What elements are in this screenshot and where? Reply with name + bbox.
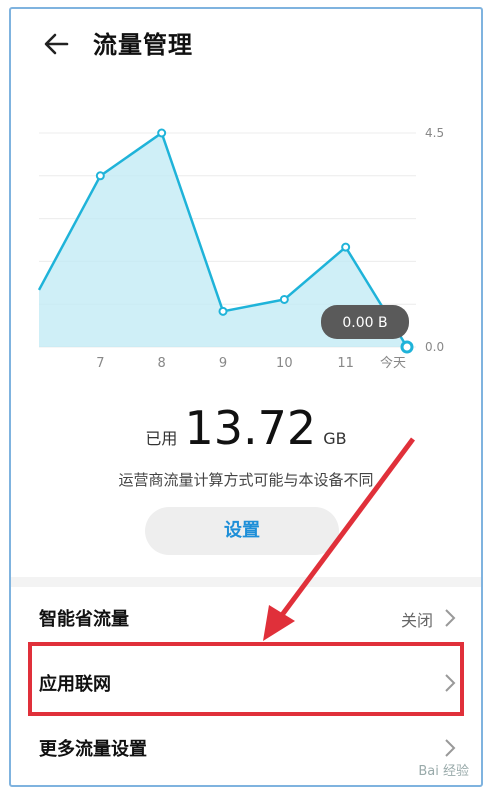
watermark: Bai 经验 [418, 764, 469, 779]
annotation-arrow-icon [263, 437, 416, 641]
phone-screen: 流量管理 7 8 9 10 11 今天 4.5 0.0 0.00 B 已用 13.72 GB 运… [9, 7, 483, 787]
